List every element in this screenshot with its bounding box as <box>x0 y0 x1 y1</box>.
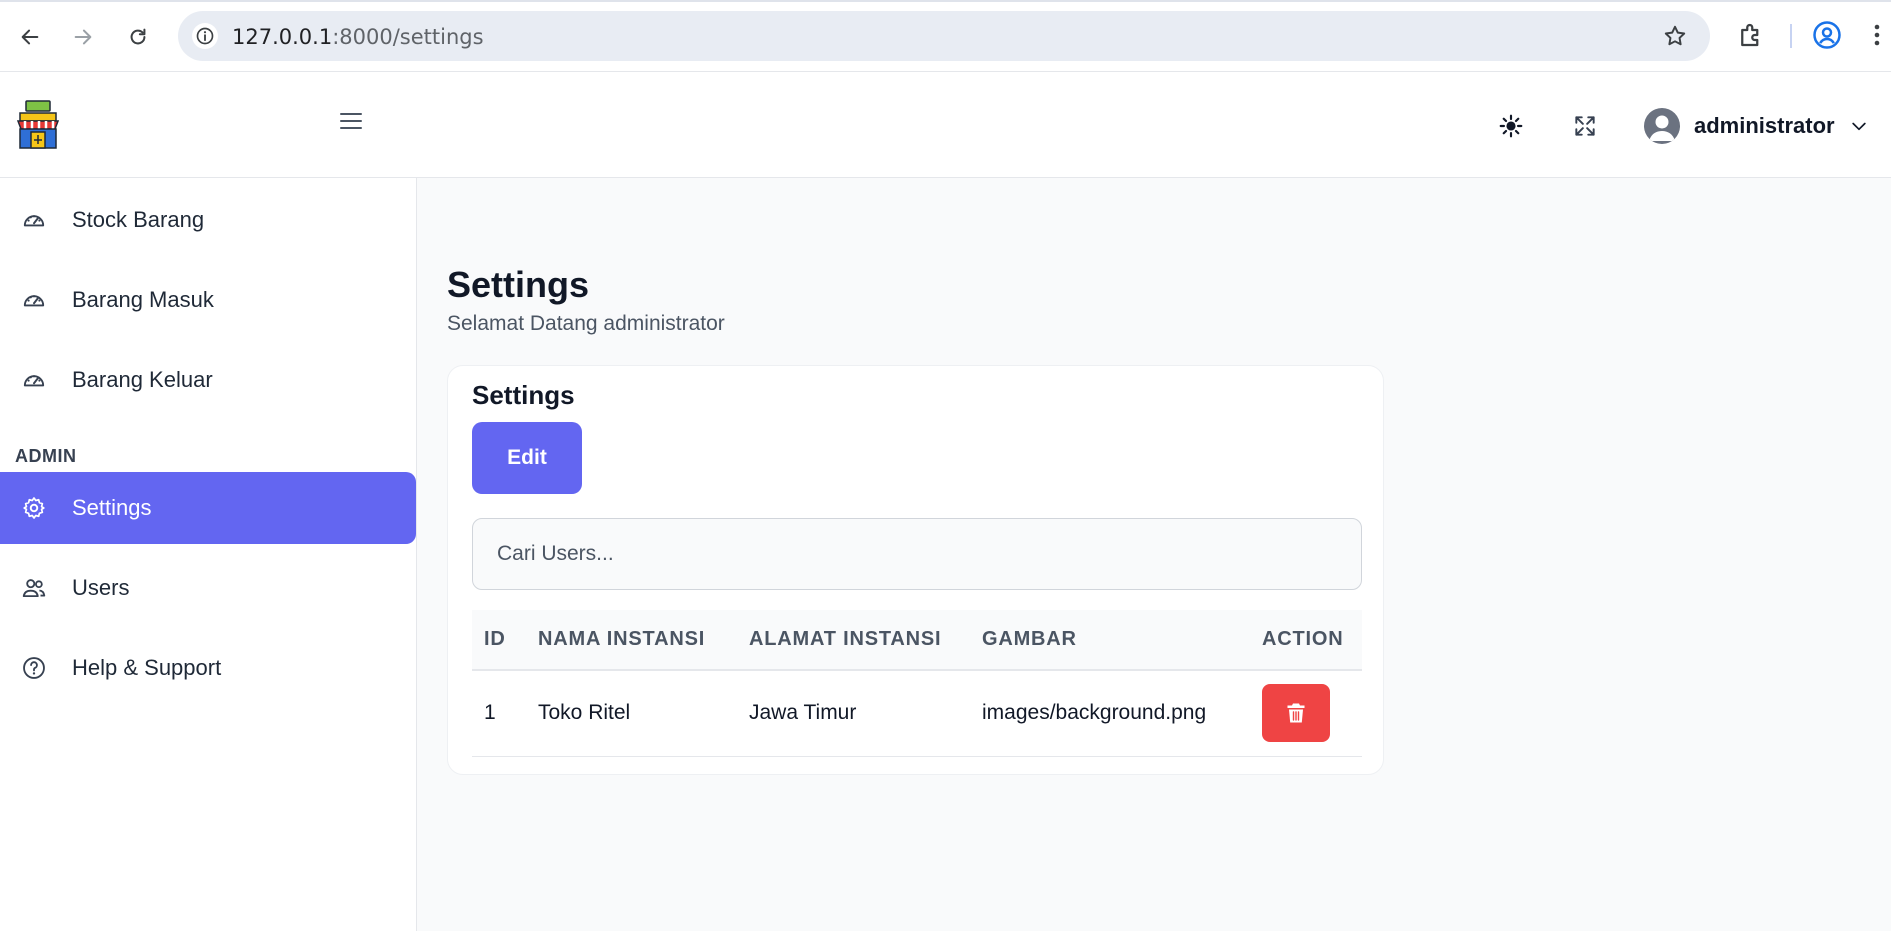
sidebar-item-label: Stock Barang <box>72 207 205 232</box>
column-header-alamat-instansi[interactable]: ALAMAT INSTANSI <box>737 610 970 670</box>
page-subtitle: Selamat Datang administrator <box>447 312 725 335</box>
column-header-gambar[interactable]: GAMBAR <box>970 610 1250 670</box>
reload-button[interactable] <box>121 20 155 54</box>
browser-menu-icon[interactable] <box>1872 22 1882 53</box>
cell-id: 1 <box>484 701 496 725</box>
shop-logo[interactable] <box>14 100 62 150</box>
back-button[interactable] <box>13 20 47 54</box>
column-header-id[interactable]: ID <box>472 610 526 670</box>
edit-button[interactable]: Edit <box>472 422 582 494</box>
app-header: administrator <box>0 72 1891 178</box>
url-host: 127.0.0.1 <box>232 25 333 49</box>
expand-icon <box>1575 116 1595 136</box>
column-header-action: ACTION <box>1262 628 1344 650</box>
gauge-icon <box>20 206 48 234</box>
chevron-down-icon <box>1851 122 1866 131</box>
sidebar-item-label: Barang Keluar <box>72 367 213 392</box>
sidebar-item-stock-barang[interactable]: Stock Barang <box>0 184 416 256</box>
extensions-icon[interactable] <box>1736 20 1766 55</box>
sidebar-item-users[interactable]: Users <box>0 552 416 624</box>
bookmark-star-icon[interactable] <box>1662 23 1688 54</box>
table-row: 1 Toko Ritel Jawa Timur images/backgroun… <box>472 670 1362 756</box>
cell-action <box>1250 670 1362 756</box>
url-path: :8000/settings <box>332 25 484 49</box>
site-info-icon[interactable] <box>192 23 218 49</box>
arrow-right-icon <box>74 29 92 45</box>
sidebar-item-label: Barang Masuk <box>72 287 214 312</box>
page-title: Settings <box>447 264 590 305</box>
sidebar-item-barang-masuk[interactable]: Barang Masuk <box>0 264 416 336</box>
cell-gambar: images/background.png <box>982 701 1207 725</box>
theme-toggle-button[interactable] <box>1497 112 1525 140</box>
table-header-row: ID NAMA INSTANSI ALAMAT INSTANSI GAMBAR … <box>472 610 1362 670</box>
sun-icon <box>1499 114 1523 138</box>
card-title: Settings <box>472 380 575 410</box>
hamburger-menu-button[interactable] <box>338 110 364 132</box>
sidebar: Stock Barang Barang Masuk Barang Keluar … <box>0 178 417 931</box>
delete-button[interactable] <box>1262 684 1330 743</box>
sidebar-item-label: Settings <box>72 495 152 520</box>
trash-icon <box>1287 703 1305 723</box>
browser-profile-icon[interactable] <box>1812 20 1842 55</box>
reload-icon <box>130 28 146 45</box>
sidebar-item-label: Users <box>72 575 130 600</box>
sidebar-item-barang-keluar[interactable]: Barang Keluar <box>0 344 416 416</box>
help-icon <box>20 654 48 682</box>
sidebar-item-help-support[interactable]: Help & Support <box>0 632 416 704</box>
gauge-icon <box>20 366 48 394</box>
tab-strip-edge <box>0 0 1891 2</box>
hamburger-icon <box>340 113 362 129</box>
address-bar[interactable]: 127.0.0.1:8000/settings <box>178 11 1710 61</box>
cell-nama-instansi: Toko Ritel <box>538 701 631 725</box>
gauge-icon <box>20 286 48 314</box>
toolbar-separator <box>1790 24 1792 48</box>
avatar <box>1644 108 1680 144</box>
settings-card: Settings Edit ID NAMA INSTANSI ALAMAT IN… <box>447 365 1384 775</box>
search-input[interactable] <box>472 518 1362 590</box>
username-label: administrator <box>1694 113 1835 138</box>
user-menu[interactable]: administrator <box>1644 106 1869 146</box>
browser-toolbar: 127.0.0.1:8000/settings <box>0 0 1891 72</box>
column-header-nama-instansi[interactable]: NAMA INSTANSI <box>526 610 737 670</box>
cell-alamat-instansi: Jawa Timur <box>749 701 857 725</box>
fullscreen-button[interactable] <box>1571 112 1599 140</box>
sidebar-item-label: Help & Support <box>72 655 222 680</box>
gear-icon <box>20 494 48 522</box>
users-icon <box>20 574 48 602</box>
sidebar-section-heading: ADMIN <box>15 446 77 466</box>
sidebar-item-settings[interactable]: Settings <box>0 472 416 544</box>
arrow-left-icon <box>21 29 39 45</box>
forward-button[interactable] <box>66 20 100 54</box>
settings-table: ID NAMA INSTANSI ALAMAT INSTANSI GAMBAR … <box>472 610 1362 757</box>
main-content: Settings Selamat Datang administrator Se… <box>417 178 1891 931</box>
url-text: 127.0.0.1:8000/settings <box>232 25 484 49</box>
